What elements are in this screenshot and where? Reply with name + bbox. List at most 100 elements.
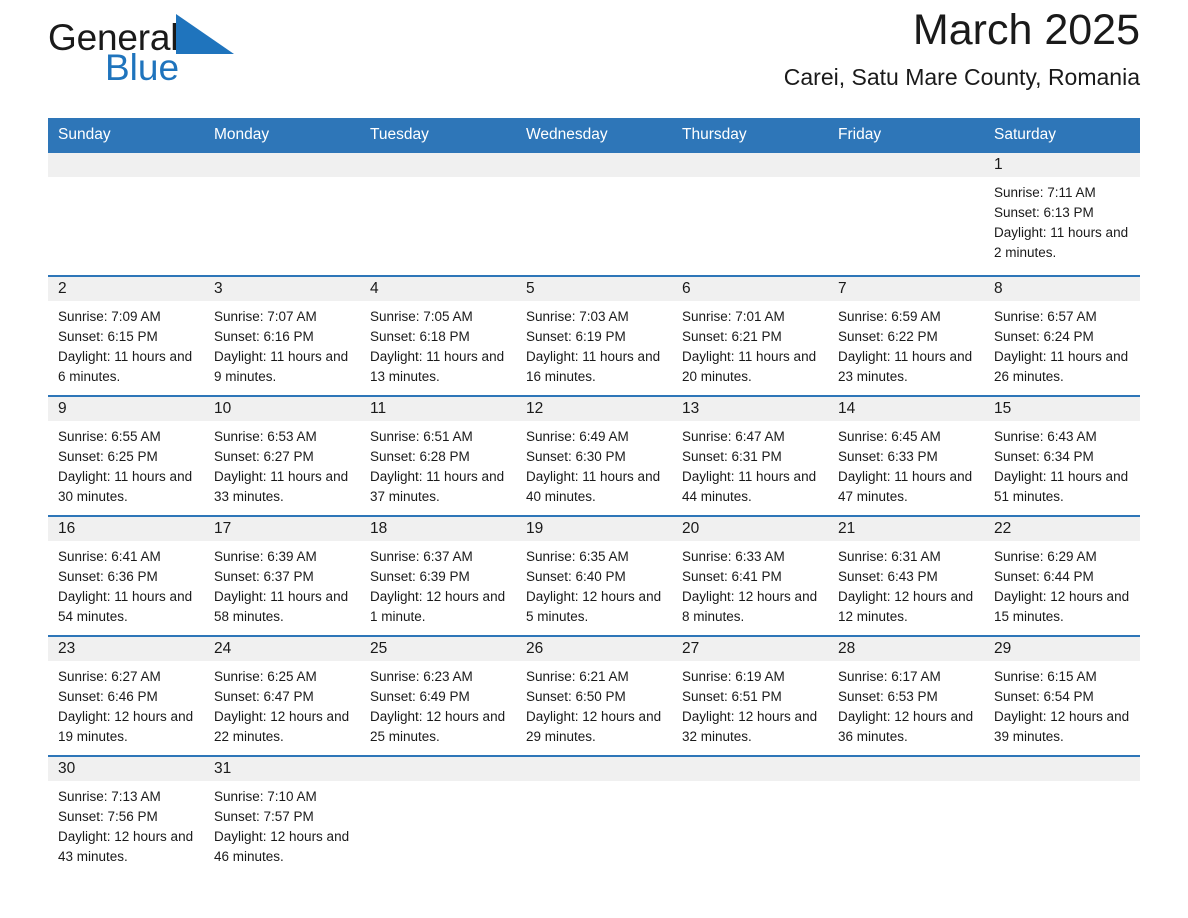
sunrise-time: Sunrise: 7:07 AM <box>214 309 317 324</box>
sunrise-time: Sunrise: 7:11 AM <box>994 185 1096 200</box>
sunrise-time: Sunrise: 6:47 AM <box>682 429 785 444</box>
calendar-day-cell[interactable]: 21 Sunrise: 6:31 AM Sunset: 6:43 PM Dayligh… <box>828 516 984 637</box>
calendar-day-cell[interactable]: 18 Sunrise: 6:37 AM Sunset: 6:39 PM Dayligh… <box>360 516 516 637</box>
sunrise-time: Sunrise: 6:33 AM <box>682 549 785 564</box>
calendar-day-cell[interactable]: 1 Sunrise: 7:11 AM Sunset: 6:13 PM Daylight… <box>984 153 1140 277</box>
sunset-time: Sunset: 6:34 PM <box>994 449 1094 464</box>
calendar-day-cell[interactable]: 6 Sunrise: 7:01 AM Sunset: 6:21 PM Daylight… <box>672 276 828 397</box>
day-details: Sunrise: 6:39 AM Sunset: 6:37 PM Daylight:… <box>204 541 360 635</box>
day-number: 20 <box>672 517 828 541</box>
calendar-day-cell[interactable]: 29 Sunrise: 6:15 AM Sunset: 6:54 PM Dayligh… <box>984 636 1140 757</box>
calendar-day-cell[interactable]: 19 Sunrise: 6:35 AM Sunset: 6:40 PM Dayligh… <box>516 516 672 637</box>
sunset-time: Sunset: 6:36 PM <box>58 569 158 584</box>
day-details <box>984 781 1140 879</box>
day-number: 17 <box>204 517 360 541</box>
calendar-cell-empty <box>984 756 1140 879</box>
day-number <box>48 153 204 177</box>
calendar-day-cell[interactable]: 9 Sunrise: 6:55 AM Sunset: 6:25 PM Daylight… <box>48 396 204 517</box>
day-number: 1 <box>984 153 1140 177</box>
day-number: 19 <box>516 517 672 541</box>
calendar-day-cell[interactable]: 20 Sunrise: 6:33 AM Sunset: 6:41 PM Dayligh… <box>672 516 828 637</box>
calendar-week-row: 1 Sunrise: 7:11 AM Sunset: 6:13 PM Daylight… <box>48 153 1140 277</box>
sunset-time: Sunset: 7:56 PM <box>58 809 158 824</box>
weekday-header-thursday: Thursday <box>672 118 828 153</box>
day-number <box>360 757 516 781</box>
calendar-day-cell[interactable]: 10 Sunrise: 6:53 AM Sunset: 6:27 PM Dayligh… <box>204 396 360 517</box>
sunrise-time: Sunrise: 6:21 AM <box>526 669 629 684</box>
calendar-week-row: 30 Sunrise: 7:13 AM Sunset: 7:56 PM Dayligh… <box>48 756 1140 879</box>
calendar-day-cell[interactable]: 13 Sunrise: 6:47 AM Sunset: 6:31 PM Dayligh… <box>672 396 828 517</box>
calendar-day-cell[interactable]: 27 Sunrise: 6:19 AM Sunset: 6:51 PM Dayligh… <box>672 636 828 757</box>
day-number: 25 <box>360 637 516 661</box>
day-details <box>48 177 204 275</box>
calendar-day-cell[interactable]: 12 Sunrise: 6:49 AM Sunset: 6:30 PM Dayligh… <box>516 396 672 517</box>
calendar-day-cell[interactable]: 3 Sunrise: 7:07 AM Sunset: 6:16 PM Daylight… <box>204 276 360 397</box>
calendar-day-cell[interactable]: 11 Sunrise: 6:51 AM Sunset: 6:28 PM Dayligh… <box>360 396 516 517</box>
calendar-day-cell[interactable]: 24 Sunrise: 6:25 AM Sunset: 6:47 PM Dayligh… <box>204 636 360 757</box>
calendar-day-cell[interactable]: 16 Sunrise: 6:41 AM Sunset: 6:36 PM Dayligh… <box>48 516 204 637</box>
day-details: Sunrise: 6:17 AM Sunset: 6:53 PM Daylight:… <box>828 661 984 755</box>
day-number: 4 <box>360 277 516 301</box>
calendar-day-cell[interactable]: 15 Sunrise: 6:43 AM Sunset: 6:34 PM Dayligh… <box>984 396 1140 517</box>
day-number: 8 <box>984 277 1140 301</box>
calendar-day-cell[interactable]: 30 Sunrise: 7:13 AM Sunset: 7:56 PM Dayligh… <box>48 756 204 879</box>
day-details <box>828 177 984 275</box>
sunset-time: Sunset: 6:22 PM <box>838 329 938 344</box>
calendar-day-cell[interactable]: 5 Sunrise: 7:03 AM Sunset: 6:19 PM Daylight… <box>516 276 672 397</box>
weekday-header-wednesday: Wednesday <box>516 118 672 153</box>
sunset-time: Sunset: 6:39 PM <box>370 569 470 584</box>
page-subtitle: Carei, Satu Mare County, Romania <box>783 64 1140 90</box>
sunrise-time: Sunrise: 6:41 AM <box>58 549 161 564</box>
sunset-time: Sunset: 6:51 PM <box>682 689 782 704</box>
daylight-duration: Daylight: 11 hours and 30 minutes. <box>58 469 193 504</box>
calendar-day-cell[interactable]: 8 Sunrise: 6:57 AM Sunset: 6:24 PM Daylight… <box>984 276 1140 397</box>
day-number: 30 <box>48 757 204 781</box>
calendar-day-cell[interactable]: 7 Sunrise: 6:59 AM Sunset: 6:22 PM Daylight… <box>828 276 984 397</box>
sunset-time: Sunset: 6:54 PM <box>994 689 1094 704</box>
calendar-day-cell[interactable]: 22 Sunrise: 6:29 AM Sunset: 6:44 PM Dayligh… <box>984 516 1140 637</box>
day-number: 7 <box>828 277 984 301</box>
sunset-time: Sunset: 6:46 PM <box>58 689 158 704</box>
day-details: Sunrise: 6:55 AM Sunset: 6:25 PM Daylight:… <box>48 421 204 515</box>
calendar-day-cell[interactable]: 25 Sunrise: 6:23 AM Sunset: 6:49 PM Dayligh… <box>360 636 516 757</box>
calendar-day-cell[interactable]: 26 Sunrise: 6:21 AM Sunset: 6:50 PM Dayligh… <box>516 636 672 757</box>
sunset-time: Sunset: 6:28 PM <box>370 449 470 464</box>
calendar-week-row: 2 Sunrise: 7:09 AM Sunset: 6:15 PM Daylight… <box>48 276 1140 397</box>
day-details: Sunrise: 6:51 AM Sunset: 6:28 PM Daylight:… <box>360 421 516 515</box>
sunset-time: Sunset: 6:25 PM <box>58 449 158 464</box>
daylight-duration: Daylight: 12 hours and 15 minutes. <box>994 589 1130 624</box>
daylight-duration: Daylight: 12 hours and 36 minutes. <box>838 709 974 744</box>
daylight-duration: Daylight: 12 hours and 25 minutes. <box>370 709 506 744</box>
daylight-duration: Daylight: 11 hours and 26 minutes. <box>994 349 1129 384</box>
daylight-duration: Daylight: 11 hours and 58 minutes. <box>214 589 349 624</box>
calendar-day-cell[interactable]: 14 Sunrise: 6:45 AM Sunset: 6:33 PM Dayligh… <box>828 396 984 517</box>
calendar-day-cell[interactable]: 23 Sunrise: 6:27 AM Sunset: 6:46 PM Dayligh… <box>48 636 204 757</box>
sunset-time: Sunset: 6:21 PM <box>682 329 782 344</box>
page-title: March 2025 <box>912 6 1140 54</box>
calendar-cell-empty <box>204 153 360 277</box>
weekday-header-tuesday: Tuesday <box>360 118 516 153</box>
day-details: Sunrise: 6:35 AM Sunset: 6:40 PM Daylight:… <box>516 541 672 635</box>
calendar-cell-empty <box>360 153 516 277</box>
day-details <box>516 781 672 879</box>
calendar-day-cell[interactable]: 28 Sunrise: 6:17 AM Sunset: 6:53 PM Dayligh… <box>828 636 984 757</box>
sunrise-time: Sunrise: 6:49 AM <box>526 429 629 444</box>
calendar-day-cell[interactable]: 17 Sunrise: 6:39 AM Sunset: 6:37 PM Dayligh… <box>204 516 360 637</box>
calendar-day-cell[interactable]: 2 Sunrise: 7:09 AM Sunset: 6:15 PM Daylight… <box>48 276 204 397</box>
daylight-duration: Daylight: 11 hours and 2 minutes. <box>994 225 1129 260</box>
day-details: Sunrise: 7:11 AM Sunset: 6:13 PM Daylight:… <box>984 177 1140 275</box>
sunset-time: Sunset: 6:40 PM <box>526 569 626 584</box>
day-number <box>672 757 828 781</box>
calendar-day-cell[interactable]: 31 Sunrise: 7:10 AM Sunset: 7:57 PM Dayligh… <box>204 756 360 879</box>
day-details <box>360 177 516 275</box>
calendar-day-cell[interactable]: 4 Sunrise: 7:05 AM Sunset: 6:18 PM Daylight… <box>360 276 516 397</box>
sunset-time: Sunset: 6:27 PM <box>214 449 314 464</box>
day-details <box>828 781 984 879</box>
day-number <box>204 153 360 177</box>
day-details: Sunrise: 6:59 AM Sunset: 6:22 PM Daylight:… <box>828 301 984 395</box>
weekday-header-saturday: Saturday <box>984 118 1140 153</box>
sunset-time: Sunset: 6:33 PM <box>838 449 938 464</box>
day-number <box>672 153 828 177</box>
generalblue-logo[interactable]: General Blue <box>48 14 298 94</box>
day-number: 9 <box>48 397 204 421</box>
